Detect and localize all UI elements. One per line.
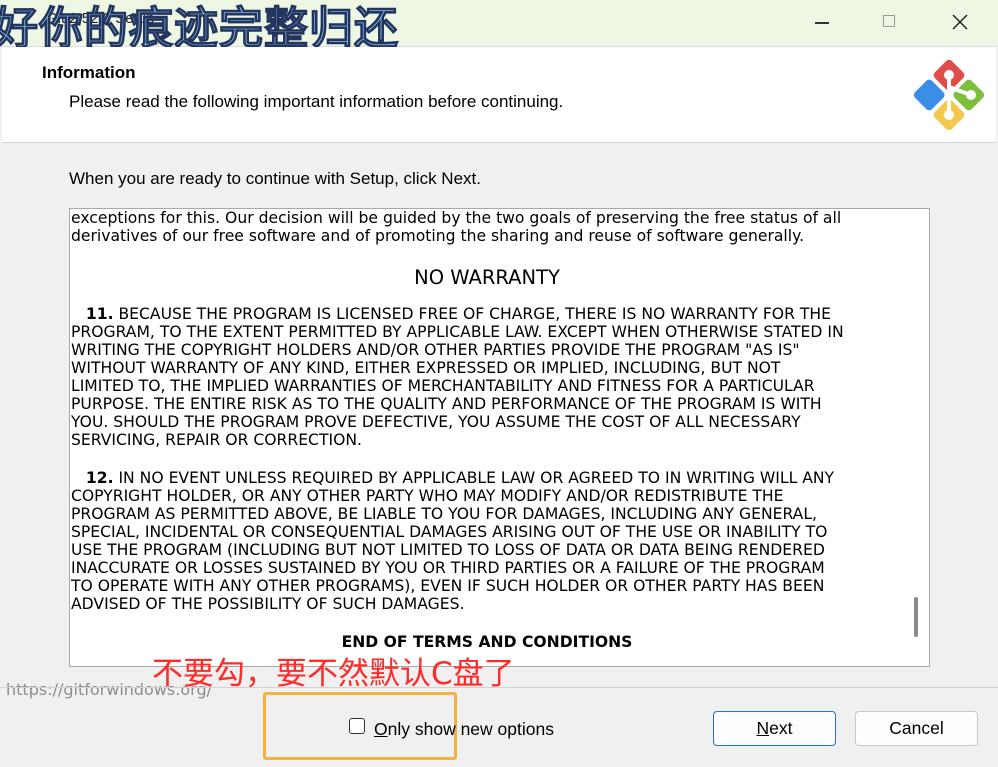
license-line: COPYRIGHT HOLDER, OR ANY OTHER PARTY WHO…: [71, 487, 784, 505]
license-line: IN NO EVENT UNLESS REQUIRED BY APPLICABL…: [113, 469, 835, 487]
section-11-first-line: 11. BECAUSE THE PROGRAM IS LICENSED FREE…: [71, 305, 903, 323]
license-line: PURPOSE. THE ENTIRE RISK AS TO THE QUALI…: [71, 395, 822, 413]
wizard-header: Information Please read the following im…: [2, 47, 996, 143]
license-line: INACCURATE OR LOSSES SUSTAINED BY YOU OR…: [71, 559, 825, 577]
section-number: 11.: [85, 305, 114, 323]
page-title: Information: [42, 63, 136, 82]
license-line: YOU. SHOULD THE PROGRAM PROVE DEFECTIVE,…: [71, 413, 801, 431]
minimize-icon: [815, 22, 829, 24]
page-subtitle: Please read the following important info…: [69, 92, 564, 111]
next-label: ext: [769, 718, 793, 738]
license-line: PROGRAM AS PERMITTED ABOVE, BE LIABLE TO…: [71, 505, 817, 523]
close-icon: [952, 14, 968, 30]
license-line: WRITING THE COPYRIGHT HOLDERS AND/OR OTH…: [71, 341, 800, 359]
only-show-new-options-label[interactable]: Only show new options: [374, 719, 554, 740]
section-12-first-line: 12. IN NO EVENT UNLESS REQUIRED BY APPLI…: [71, 469, 903, 487]
license-line: SERVICING, REPAIR OR CORRECTION.: [71, 431, 362, 449]
license-line: ADVISED OF THE POSSIBILITY OF SUCH DAMAG…: [71, 595, 465, 613]
only-show-new-options-checkbox[interactable]: [349, 718, 365, 734]
section-number: 12.: [85, 469, 114, 487]
git-logo-icon: [913, 59, 985, 131]
license-line: BECAUSE THE PROGRAM IS LICENSED FREE OF …: [113, 305, 831, 323]
license-line: SPECIAL, INCIDENTAL OR CONSEQUENTIAL DAM…: [71, 523, 828, 541]
annotation-text: 不要勾，要不然默认C盘了: [152, 656, 515, 692]
license-line: USE THE PROGRAM (INCLUDING BUT NOT LIMIT…: [71, 541, 825, 559]
mnemonic-letter: O: [374, 719, 388, 739]
license-heading: NO WARRANTY: [414, 266, 560, 289]
license-line: TO OPERATE WITH ANY OTHER PROGRAMS), EVE…: [71, 577, 825, 595]
license-line: PROGRAM, TO THE EXTENT PERMITTED BY APPL…: [71, 323, 844, 341]
minimize-button[interactable]: [806, 8, 838, 36]
instruction-text: When you are ready to continue with Setu…: [69, 169, 481, 188]
license-scrollbar-thumb[interactable]: [914, 597, 918, 637]
maximize-button[interactable]: [874, 8, 906, 36]
cancel-button[interactable]: Cancel: [855, 711, 978, 746]
license-line: WITHOUT WARRANTY OF ANY KIND, EITHER EXP…: [71, 359, 781, 377]
next-button[interactable]: Next: [713, 711, 836, 746]
close-button[interactable]: [944, 8, 976, 36]
maximize-icon: [883, 15, 895, 27]
license-line: LIMITED TO, THE IMPLIED WARRANTIES OF ME…: [71, 377, 815, 395]
title-bar: Git 2.52.0 Setup 好你的痕迹完整归还: [0, 0, 998, 55]
license-textbox[interactable]: exceptions for this. Our decision will b…: [69, 208, 930, 667]
license-line: derivatives of our free software and of …: [71, 227, 805, 245]
license-content: exceptions for this. Our decision will b…: [71, 209, 903, 651]
license-line: exceptions for this. Our decision will b…: [71, 209, 842, 227]
mnemonic-letter: N: [756, 718, 770, 738]
checkbox-label-text: nly show new options: [387, 719, 554, 739]
